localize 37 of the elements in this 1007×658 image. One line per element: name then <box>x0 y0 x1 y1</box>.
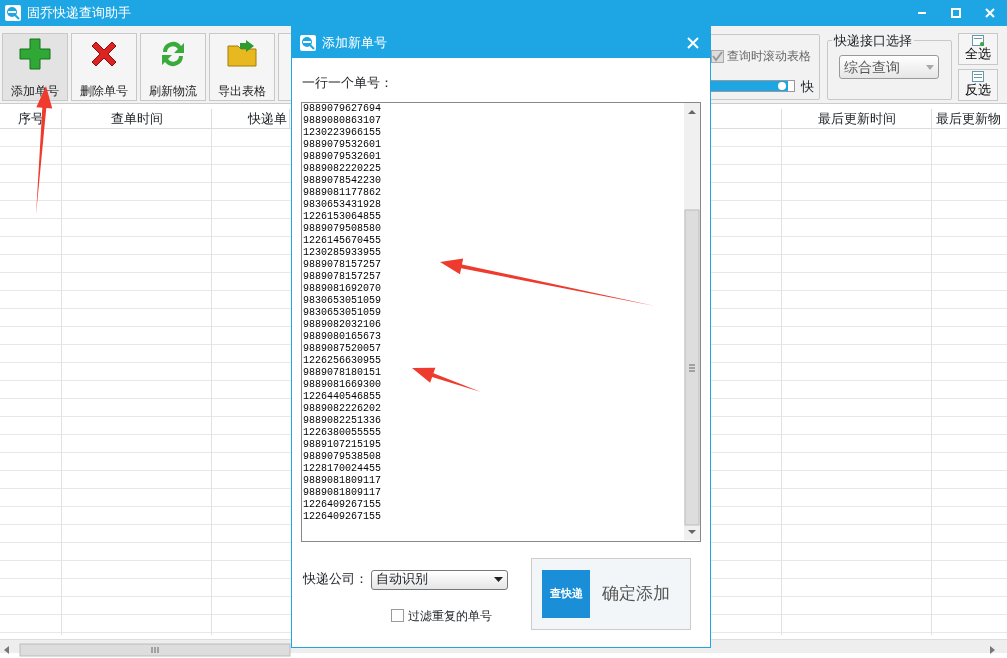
dialog-title: 添加新单号 <box>322 33 387 52</box>
tracking-number-input[interactable]: 9889079627694 9889080863107 1230223966155 9889079532601 9889079532601 9889082220225 9889078542230 9889081177862 9830653431928 1226153064855 9889079508580 1226145670455 1230285933955 9889078157257 9889078157257 9889081692070 9830653051059 9830653051059 9889082032106 9889080165673 9889087520057 1226256630955 9889078180151 9889081669300 1226440546855 9889082226202 9889082251336 1226380055555 9889107215195 9889079538508 1228170024455 9889081809117 9889081809117 1226409267155 1226409267155 <box>301 101 701 542</box>
logo-text: 查快递 <box>549 585 583 602</box>
column-header[interactable]: 最后更新物 <box>932 109 1007 128</box>
column-header[interactable]: 快递单 <box>212 109 290 128</box>
close-icon <box>687 36 699 49</box>
slider-track[interactable] <box>709 80 795 92</box>
api-select[interactable]: 综合查询 <box>839 55 939 79</box>
slider-fill[interactable] <box>710 81 789 91</box>
window-title: 固乔快递查询助手 <box>27 4 131 23</box>
app-logo-icon <box>300 34 316 51</box>
toolbar-button[interactable]: 刷新物流 <box>140 33 206 101</box>
dropdown-caret-icon <box>494 577 503 583</box>
toolbar-button[interactable]: 导出表格 <box>209 33 275 101</box>
annotation-arrow <box>412 367 481 392</box>
confirm-add-button[interactable]: 查快递 确定添加 <box>531 557 691 630</box>
company-select[interactable]: 自动识别 <box>371 569 508 590</box>
toolbar-button[interactable]: 删除单号 <box>71 33 137 101</box>
maximize-icon <box>949 6 963 20</box>
select-button[interactable]: 全选 <box>958 33 998 65</box>
minimize-icon <box>918 12 926 14</box>
checkbox-label: 查询时滚动表格 <box>727 48 811 65</box>
list-icon <box>972 71 984 82</box>
app-logo-icon <box>5 5 21 21</box>
checkbox-label: 过滤重复的单号 <box>408 607 492 625</box>
column-header[interactable]: 最后更新时间 <box>782 109 932 128</box>
dropdown-caret-icon <box>926 64 934 70</box>
checkbox[interactable] <box>391 609 404 623</box>
close-icon <box>983 6 997 20</box>
speed-label: 快 <box>801 78 814 96</box>
list-icon <box>972 35 984 46</box>
select-button[interactable]: 反选 <box>958 69 998 101</box>
plus-icon <box>17 36 53 72</box>
company-label: 快递公司： <box>303 570 369 589</box>
prompt-label: 一行一个单号： <box>302 74 394 92</box>
vertical-scrollbar[interactable] <box>684 102 700 540</box>
column-header[interactable]: 查单时间 <box>62 109 212 128</box>
